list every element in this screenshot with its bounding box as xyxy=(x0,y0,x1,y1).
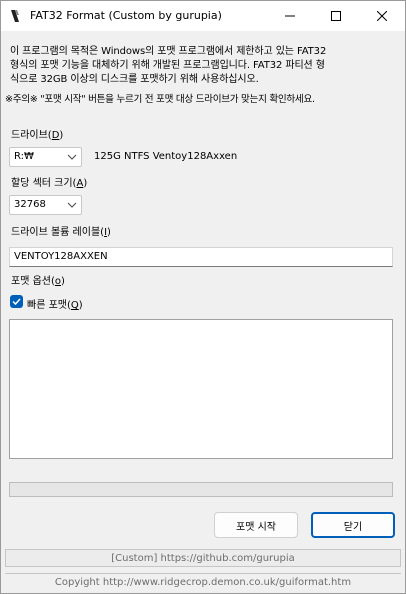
format-options-label: 포맷 옵션(o) xyxy=(11,276,65,287)
quick-format-checkbox[interactable] xyxy=(10,295,23,308)
volume-label-value: VENTOY128AXXEN xyxy=(14,251,108,262)
close-icon xyxy=(377,11,387,21)
format-progress-bar xyxy=(9,482,393,497)
maximize-button[interactable] xyxy=(313,1,359,31)
log-output-area[interactable] xyxy=(9,319,393,459)
window-title: FAT32 Format (Custom by gurupia) xyxy=(30,9,222,22)
check-icon xyxy=(12,298,21,306)
cluster-size-value: 32768 xyxy=(14,199,46,210)
volume-label-label: 드라이브 볼륨 레이블(I) xyxy=(11,227,111,238)
chevron-down-icon xyxy=(67,154,77,160)
description-line-2: 형식의 포맷 기능을 대체하기 위해 개발된 프로그램입니다. FAT32 파티… xyxy=(10,60,325,71)
drive-select-value: R:₩ xyxy=(14,151,34,162)
fat32-format-window: FAT32 Format (Custom by gurupia) 이 프로그램의… xyxy=(0,0,406,594)
cluster-size-label: 할당 섹터 크기(A) xyxy=(11,178,88,189)
cluster-size-select[interactable]: 32768 xyxy=(9,195,82,215)
drive-label: 드라이브(D) xyxy=(11,130,64,141)
warning-text: ※주의※ "포맷 시작" 버튼을 누르기 전 포맷 대상 드라이브가 맞는지 확… xyxy=(5,94,315,105)
description-line-3: 식으로 32GB 이상의 디스크를 포맷하기 위해 사용하십시오. xyxy=(10,74,259,85)
close-window-button[interactable] xyxy=(359,1,405,31)
quick-format-label[interactable]: 빠른 포맷(Q) xyxy=(27,296,83,311)
minimize-button[interactable] xyxy=(267,1,313,31)
copyright-link[interactable]: Copyight http://www.ridgecrop.demon.co.u… xyxy=(5,573,401,591)
close-button[interactable]: 닫기 xyxy=(311,512,395,538)
maximize-icon xyxy=(331,11,341,21)
title-bar[interactable]: FAT32 Format (Custom by gurupia) xyxy=(1,1,405,31)
custom-github-link[interactable]: [Custom] https://github.com/gurupia xyxy=(5,549,401,567)
drive-info: 125G NTFS Ventoy128Axxen xyxy=(94,151,238,162)
fat32-app-icon xyxy=(11,10,19,22)
drive-select[interactable]: R:₩ xyxy=(9,147,82,167)
chevron-down-icon xyxy=(67,202,77,208)
minimize-icon xyxy=(285,15,295,17)
volume-label-input[interactable]: VENTOY128AXXEN xyxy=(9,247,393,267)
description-line-1: 이 프로그램의 목적은 Windows의 포맷 프로그램에서 제한하고 있는 F… xyxy=(10,46,327,57)
start-format-button[interactable]: 포맷 시작 xyxy=(214,512,298,538)
